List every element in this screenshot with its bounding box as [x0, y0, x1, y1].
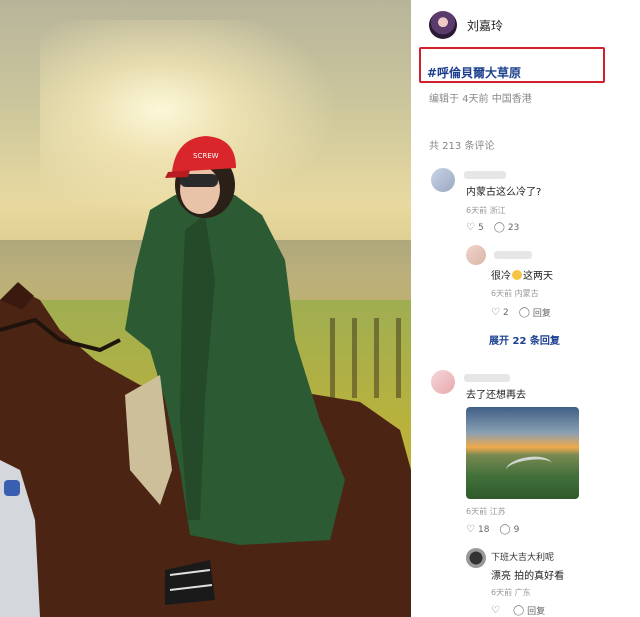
cap-logo: SCREW [193, 152, 219, 160]
post-photo[interactable]: SCREW [0, 0, 411, 617]
reply-text: 很冷 这两天 [491, 267, 553, 282]
author-name[interactable]: 刘嘉玲 [467, 17, 503, 34]
comment-actions: ♡ 5 ◯ 23 [466, 222, 519, 233]
reply-button[interactable]: 回复 [527, 604, 545, 617]
comment-actions: ♡ 18 ◯ 9 [466, 524, 519, 535]
author-row[interactable]: 刘嘉玲 [429, 11, 503, 39]
speech-bubble-icon[interactable]: ◯ [494, 222, 505, 233]
comment-meta: 6天前 江苏 [466, 507, 506, 516]
comment-count: 共 213 条评论 [429, 141, 495, 152]
replier-name-blurred [494, 251, 532, 259]
reply-text-part: 这两天 [523, 271, 553, 282]
reply-button[interactable]: 回复 [533, 306, 551, 319]
like-count: 2 [502, 307, 509, 318]
commenter-avatar[interactable] [431, 370, 455, 394]
replier-avatar[interactable] [466, 245, 486, 265]
photo-rider-illustration: SCREW [0, 136, 411, 617]
commenter-avatar[interactable] [466, 548, 486, 568]
expand-replies-link[interactable]: 展开 22 条回复 [489, 332, 560, 347]
speech-bubble-icon[interactable]: ◯ [499, 524, 510, 535]
reply-count: 9 [513, 524, 520, 535]
emoji-icon [512, 270, 522, 280]
comment-meta: 6天前 浙江 [466, 206, 506, 215]
comment-meta: 6天前 广东 [491, 588, 531, 597]
post-hashtag-link[interactable]: #呼倫貝爾大草原 [427, 64, 521, 81]
speech-bubble-icon[interactable]: ◯ [513, 605, 524, 616]
commenter-name-blurred [464, 171, 506, 179]
heart-outline-icon[interactable]: ♡ [491, 605, 500, 616]
comment-text: 漂亮 拍的真好看 [491, 571, 565, 582]
comment-photo-thumbnail[interactable] [466, 407, 579, 499]
like-count: 5 [477, 222, 484, 233]
heart-outline-icon[interactable]: ♡ [466, 222, 475, 233]
heart-outline-icon[interactable]: ♡ [466, 524, 475, 535]
post-edit-meta: 编辑于 4天前 中国香港 [429, 94, 532, 105]
comment-text: 内蒙古这么冷了? [466, 187, 542, 198]
comment-text: 去了还想再去 [466, 390, 526, 401]
heart-outline-icon[interactable]: ♡ [491, 307, 500, 318]
commenter-name-blurred [464, 374, 510, 382]
cap-brim [165, 170, 190, 178]
speech-bubble-icon[interactable]: ◯ [519, 307, 530, 318]
post-detail-panel: 刘嘉玲 #呼倫貝爾大草原 编辑于 4天前 中国香港 共 213 条评论 内蒙古这… [411, 0, 640, 617]
commenter-name[interactable]: 下班大吉大利呢 [491, 550, 554, 563]
reply-actions: ♡ 2 ◯ 回复 [491, 306, 551, 319]
commenter-avatar[interactable] [431, 168, 455, 192]
reply-meta: 6天前 内蒙古 [491, 289, 539, 298]
author-avatar[interactable] [429, 11, 457, 39]
reply-text-part: 很冷 [491, 271, 511, 282]
comment-actions: ♡ ◯ 回复 [491, 604, 545, 617]
reply-count: 23 [507, 222, 520, 233]
like-count: 18 [477, 524, 490, 535]
other-rider-badge [4, 480, 20, 496]
